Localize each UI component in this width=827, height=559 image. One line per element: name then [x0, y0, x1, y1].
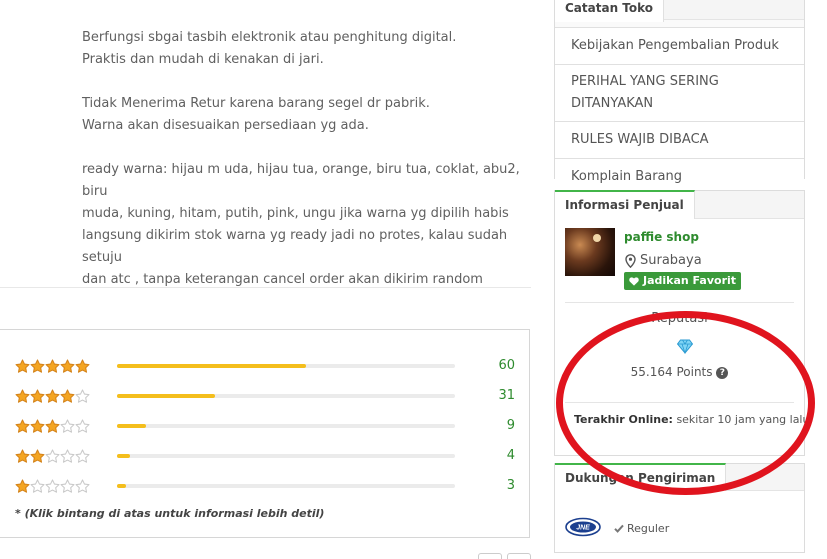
- heart-icon: [629, 276, 639, 286]
- star-filled-icon[interactable]: [45, 419, 60, 434]
- star-empty-icon[interactable]: [45, 479, 60, 494]
- shop-notes-title: Catatan Toko: [555, 0, 665, 22]
- rating-bar: [117, 364, 455, 368]
- rating-row[interactable]: 60: [15, 358, 515, 375]
- star-filled-icon[interactable]: [30, 419, 45, 434]
- shipping-service: Reguler: [614, 522, 669, 535]
- rating-stars[interactable]: [15, 449, 90, 465]
- rating-bar-fill: [117, 394, 216, 398]
- rating-stars[interactable]: [15, 389, 90, 405]
- last-online-label: Terakhir Online:: [574, 413, 673, 426]
- star-empty-icon[interactable]: [60, 419, 75, 434]
- star-empty-icon[interactable]: [60, 479, 75, 494]
- check-icon: [614, 524, 624, 533]
- star-filled-icon[interactable]: [45, 359, 60, 374]
- rating-bar-fill: [117, 454, 130, 458]
- rating-stars[interactable]: [15, 479, 90, 495]
- star-empty-icon[interactable]: [75, 389, 90, 404]
- star-filled-icon[interactable]: [15, 479, 30, 494]
- seller-info-panel: Informasi Penjual paffie shop Surabaya J…: [554, 190, 809, 456]
- shipping-panel: Dukungan Pengiriman JNE Reguler: [554, 463, 805, 553]
- star-filled-icon[interactable]: [60, 359, 75, 374]
- rating-note: * (Klik bintang di atas untuk informasi …: [15, 507, 325, 520]
- desc-line: muda, kuning, hitam, putih, pink, ungu j…: [82, 206, 509, 221]
- shop-avatar[interactable]: [565, 228, 615, 276]
- star-empty-icon[interactable]: [30, 479, 45, 494]
- product-description: Berfungsi sbgai tasbih elektronik atau p…: [82, 27, 522, 291]
- shop-name-link[interactable]: paffie shop: [624, 230, 699, 244]
- last-online-value: sekitar 10 jam yang lalu: [676, 413, 810, 426]
- favorite-button-label: Jadikan Favorit: [643, 274, 737, 287]
- shipping-title: Dukungan Pengiriman: [555, 463, 727, 491]
- jne-logo-text: JNE: [576, 525, 590, 532]
- star-empty-icon[interactable]: [75, 449, 90, 464]
- shop-note-link[interactable]: PERIHAL YANG SERING DITANYAKAN: [555, 65, 755, 121]
- last-online: Terakhir Online: sekitar 10 jam yang lal…: [574, 413, 809, 426]
- desc-line: ready warna: hijau m uda, hijau tua, ora…: [82, 162, 520, 199]
- rating-count[interactable]: 3: [507, 478, 515, 493]
- rating-bar: [117, 454, 455, 458]
- star-filled-icon[interactable]: [15, 419, 30, 434]
- reputation-points: 55.164 Points ?: [555, 365, 804, 379]
- rating-row[interactable]: 4: [15, 448, 515, 465]
- star-empty-icon[interactable]: [45, 449, 60, 464]
- star-empty-icon[interactable]: [75, 479, 90, 494]
- star-filled-icon[interactable]: [15, 359, 30, 374]
- star-filled-icon[interactable]: [15, 389, 30, 404]
- seller-info-title: Informasi Penjual: [555, 190, 695, 219]
- desc-line: Warna akan disesuaikan persediaan yg ada…: [82, 118, 369, 133]
- help-icon[interactable]: ?: [716, 367, 729, 379]
- rating-count[interactable]: 60: [498, 358, 515, 373]
- shop-location: Surabaya: [625, 253, 702, 268]
- pager-next-button[interactable]: [507, 553, 531, 559]
- rating-bar: [117, 424, 455, 428]
- shop-location-text: Surabaya: [640, 253, 702, 268]
- star-filled-icon[interactable]: [60, 389, 75, 404]
- favorite-button[interactable]: Jadikan Favorit: [624, 272, 742, 290]
- rating-bar: [117, 394, 455, 398]
- desc-line: Tidak Menerima Retur karena barang segel…: [82, 96, 430, 111]
- star-filled-icon[interactable]: [30, 449, 45, 464]
- rating-count[interactable]: 31: [498, 388, 515, 403]
- rating-row[interactable]: 3: [15, 478, 515, 495]
- rating-bar-fill: [117, 484, 127, 488]
- desc-line: langsung dikirim stok warna yg ready jad…: [82, 228, 508, 265]
- star-filled-icon[interactable]: [75, 359, 90, 374]
- map-pin-icon: [625, 253, 636, 268]
- star-filled-icon[interactable]: [45, 389, 60, 404]
- divider: [565, 302, 794, 303]
- rating-stars[interactable]: [15, 419, 90, 435]
- star-empty-icon[interactable]: [60, 449, 75, 464]
- desc-line: Praktis dan mudah di kenakan di jari.: [82, 52, 324, 67]
- shipping-service-label: Reguler: [627, 522, 670, 535]
- jne-logo: JNE: [565, 517, 601, 537]
- reputation-points-text: 55.164 Points: [630, 365, 713, 379]
- desc-line: Berfungsi sbgai tasbih elektronik atau p…: [82, 30, 457, 45]
- rating-count[interactable]: 9: [507, 418, 515, 433]
- rating-row[interactable]: 31: [15, 388, 515, 405]
- rating-count[interactable]: 4: [507, 448, 515, 463]
- shop-note-link[interactable]: RULES WAJIB DIBACA: [555, 122, 804, 159]
- diamond-icon[interactable]: [677, 339, 693, 354]
- rating-stars[interactable]: [15, 359, 90, 375]
- pager-prev-button[interactable]: [478, 553, 502, 559]
- shop-note-link[interactable]: Kebijakan Pengembalian Produk: [555, 28, 804, 65]
- star-filled-icon[interactable]: [15, 449, 30, 464]
- shop-notes-panel: Catatan Toko Kebijakan Pengembalian Prod…: [554, 0, 805, 196]
- rating-bar: [117, 484, 455, 488]
- rating-summary: 60 31 9 4 3 * (Klik bintang di atas untuk in…: [0, 329, 530, 538]
- star-filled-icon[interactable]: [30, 389, 45, 404]
- star-empty-icon[interactable]: [75, 419, 90, 434]
- divider: [0, 287, 531, 288]
- divider: [565, 402, 794, 403]
- rating-bar-fill: [117, 364, 307, 368]
- reputation-label: Reputasi: [651, 311, 708, 326]
- rating-row[interactable]: 9: [15, 418, 515, 435]
- star-filled-icon[interactable]: [30, 359, 45, 374]
- rating-bar-fill: [117, 424, 146, 428]
